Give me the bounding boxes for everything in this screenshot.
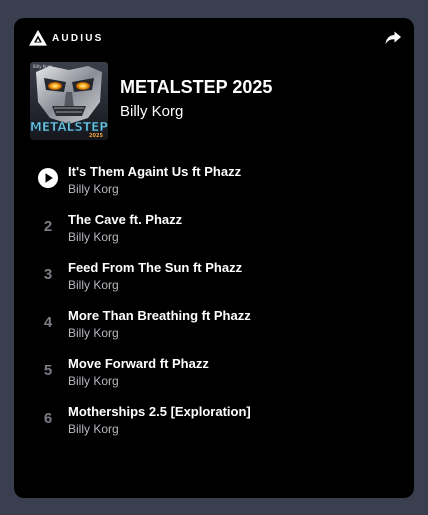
track-title: Move Forward ft Phazz <box>68 356 209 371</box>
track-artist: Billy Korg <box>68 278 119 292</box>
track-number: 4 <box>43 313 53 331</box>
track-artist: Billy Korg <box>68 230 119 244</box>
artwork-image: METALSTEP 2025 Billy Korg <box>30 62 108 140</box>
artwork-badge: Billy Korg <box>33 64 52 69</box>
share-arrow-icon <box>385 31 401 45</box>
play-button[interactable] <box>36 166 60 190</box>
audius-logo-icon <box>29 29 47 46</box>
track-title: Motherships 2.5 [Exploration] <box>68 404 251 419</box>
track-list: It's Them Againt Us ft Phazz Billy Korg … <box>14 156 414 444</box>
artwork-text: METALSTEP <box>30 120 108 134</box>
track-number: 3 <box>43 265 53 283</box>
share-button[interactable] <box>384 29 402 47</box>
track-number: 2 <box>43 217 53 235</box>
album-artwork[interactable]: METALSTEP 2025 Billy Korg <box>30 62 108 140</box>
track-title: It's Them Againt Us ft Phazz <box>68 164 242 179</box>
track-number: 6 <box>43 409 53 427</box>
track-title: The Cave ft. Phazz <box>68 212 183 227</box>
album-title[interactable]: METALSTEP 2025 <box>120 77 272 98</box>
track-row-5[interactable]: 5 Move Forward ft Phazz Billy Korg <box>14 348 414 396</box>
track-artist: Billy Korg <box>68 182 119 196</box>
track-row-6[interactable]: 6 Motherships 2.5 [Exploration] Billy Ko… <box>14 396 414 444</box>
track-number: 5 <box>43 361 53 379</box>
track-row-2[interactable]: 2 The Cave ft. Phazz Billy Korg <box>14 204 414 252</box>
artwork-subtext: 2025 <box>89 133 103 139</box>
track-artist: Billy Korg <box>68 326 119 340</box>
audius-brand[interactable]: AUDIUS <box>29 28 104 48</box>
track-title: More Than Breathing ft Phazz <box>68 308 251 323</box>
track-title: Feed From The Sun ft Phazz <box>68 260 243 275</box>
track-artist: Billy Korg <box>68 422 119 436</box>
embed-player-card: AUDIUS METALSTEP 2025 Billy Korg METALST… <box>14 18 414 498</box>
track-row-1[interactable]: It's Them Againt Us ft Phazz Billy Korg <box>14 156 414 204</box>
album-artist[interactable]: Billy Korg <box>120 103 183 120</box>
brand-name: AUDIUS <box>52 32 104 44</box>
track-artist: Billy Korg <box>68 374 119 388</box>
track-row-4[interactable]: 4 More Than Breathing ft Phazz Billy Kor… <box>14 300 414 348</box>
track-row-3[interactable]: 3 Feed From The Sun ft Phazz Billy Korg <box>14 252 414 300</box>
play-circle-icon <box>38 168 58 188</box>
